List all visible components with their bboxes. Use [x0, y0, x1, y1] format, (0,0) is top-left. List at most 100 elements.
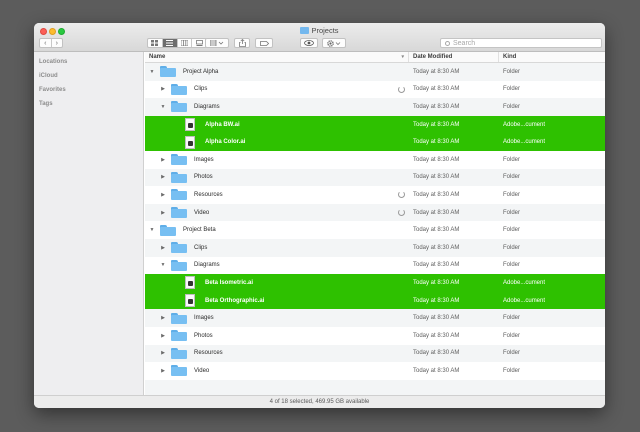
folder-row[interactable]: ▶ Photos Today at 8:30 AM Folder	[145, 327, 605, 345]
sidebar-section-locations[interactable]: Locations	[34, 55, 143, 69]
folder-row[interactable]: ▶ Images Today at 8:30 AM Folder	[145, 151, 605, 169]
share-button[interactable]	[234, 38, 250, 48]
folder-row[interactable]: ▼ Project Beta Today at 8:30 AM Folder	[145, 221, 605, 239]
kind-cell: Folder	[503, 174, 521, 181]
disclosure-triangle-icon[interactable]: ▼	[159, 262, 167, 268]
date-modified-cell: Today at 8:30 AM	[413, 262, 460, 269]
file-thumbnail-glyph	[188, 299, 193, 305]
item-name: Clips	[194, 86, 208, 93]
folder-icon	[171, 312, 187, 324]
date-modified-cell: Today at 8:30 AM	[413, 297, 460, 304]
disclosure-triangle-icon[interactable]: ▼	[148, 69, 156, 75]
list-view-icon	[166, 40, 174, 46]
folder-row[interactable]: ▶ Video Today at 8:30 AM Folder	[145, 362, 605, 380]
kind-cell: Folder	[503, 367, 521, 374]
file-thumbnail-glyph	[188, 281, 193, 287]
name-cell: Beta Orthographic.ai	[145, 292, 409, 310]
view-mode-control	[147, 38, 207, 48]
disclosure-triangle-icon[interactable]: ▶	[159, 333, 167, 339]
sidebar-section-tags[interactable]: Tags	[34, 97, 143, 111]
kind-cell: Folder	[503, 262, 521, 269]
name-cell: ▶ Clips	[145, 81, 409, 99]
kind-cell: Folder	[503, 103, 521, 110]
disclosure-triangle-icon[interactable]: ▼	[159, 104, 167, 110]
date-modified-cell: Today at 8:30 AM	[413, 174, 460, 181]
kind-cell: Folder	[503, 332, 521, 339]
date-modified-cell: Today at 8:30 AM	[413, 332, 460, 339]
disclosure-triangle-icon[interactable]: ▶	[159, 210, 167, 216]
folder-icon	[171, 242, 187, 254]
folder-row[interactable]: ▶ Photos Today at 8:30 AM Folder	[145, 168, 605, 187]
item-name: Alpha Color.ai	[205, 139, 246, 146]
folder-icon	[160, 66, 176, 78]
folder-row[interactable]: ▶ Video Today at 8:30 AM Folder	[145, 203, 605, 222]
disclosure-triangle-icon[interactable]: ▶	[159, 245, 167, 251]
folder-icon	[171, 365, 187, 377]
folder-icon	[171, 189, 187, 201]
edit-tags-button[interactable]	[255, 38, 273, 48]
name-cell: ▶ Photos	[145, 169, 409, 187]
status-text: 4 of 18 selected, 469.95 GB available	[269, 399, 370, 405]
folder-row[interactable]: ▶ Clips Today at 8:30 AM Folder	[145, 238, 605, 257]
folder-row[interactable]: ▶ Images Today at 8:30 AM Folder	[145, 309, 605, 327]
back-button[interactable]: ‹	[40, 39, 52, 47]
item-name: Photos	[194, 174, 213, 181]
file-row[interactable]: Beta Isometric.ai Today at 8:30 AM Adobe..…	[145, 274, 605, 292]
disclosure-triangle-icon[interactable]: ▶	[159, 86, 167, 92]
name-cell: ▶ Resources	[145, 186, 409, 204]
folder-row[interactable]: ▼ Project Alpha Today at 8:30 AM Folder	[145, 63, 605, 81]
icloud-sync-progress-icon	[398, 85, 405, 93]
search-field[interactable]: Search	[440, 38, 602, 48]
folder-icon	[171, 207, 187, 219]
icon-view-button[interactable]	[148, 39, 163, 47]
kind-cell: Folder	[503, 315, 521, 322]
folder-row[interactable]: ▶ Resources Today at 8:30 AM Folder	[145, 186, 605, 204]
disclosure-triangle-icon[interactable]: ▶	[159, 192, 167, 198]
folder-icon	[171, 101, 187, 113]
forward-button[interactable]: ›	[52, 39, 63, 47]
disclosure-triangle-icon[interactable]: ▶	[159, 368, 167, 374]
name-cell: ▶ Video	[145, 204, 409, 222]
sidebar-section-icloud[interactable]: iCloud	[34, 69, 143, 83]
file-row[interactable]: Alpha Color.ai Today at 8:30 AM Adobe...cu…	[145, 133, 605, 151]
file-row[interactable]: Beta Orthographic.ai Today at 8:30 AM Adob…	[145, 291, 605, 310]
disclosure-triangle-icon[interactable]: ▶	[159, 157, 167, 163]
disclosure-triangle-icon[interactable]: ▶	[159, 315, 167, 321]
item-name: Beta Orthographic.ai	[205, 297, 265, 304]
illustrator-file-icon	[185, 294, 195, 308]
title-bar: Projects ‹ › Search	[34, 23, 605, 52]
kind-cell: Folder	[503, 68, 521, 75]
column-header-kind[interactable]: Kind	[499, 52, 605, 62]
folder-row[interactable]: ▼ Diagrams Today at 8:30 AM Folder	[145, 98, 605, 116]
date-modified-cell: Today at 8:30 AM	[413, 121, 460, 128]
folder-icon	[300, 27, 310, 34]
folder-icon	[160, 224, 176, 236]
kind-cell: Folder	[503, 86, 521, 93]
disclosure-triangle-icon[interactable]: ▶	[159, 174, 167, 180]
action-menu-button[interactable]	[322, 38, 346, 48]
sidebar-section-favorites[interactable]: Favorites	[34, 83, 143, 97]
disclosure-triangle-icon[interactable]: ▼	[148, 227, 156, 233]
illustrator-file-icon	[185, 135, 195, 149]
name-cell: ▶ Clips	[145, 239, 409, 257]
group-by-button[interactable]	[205, 38, 229, 48]
column-header-name[interactable]: Name ▾	[145, 52, 409, 62]
kind-cell: Adobe...cument	[503, 121, 546, 128]
item-name: Project Beta	[183, 227, 216, 234]
date-modified-cell: Today at 8:30 AM	[413, 244, 460, 251]
disclosure-triangle-icon[interactable]: ▶	[159, 350, 167, 356]
quick-look-button[interactable]	[300, 38, 318, 48]
name-cell: ▶ Resources	[145, 345, 409, 363]
column-view-button[interactable]	[178, 39, 193, 47]
name-cell: Beta Isometric.ai	[145, 274, 409, 292]
file-row[interactable]: Alpha BW.ai Today at 8:30 AM Adobe...cumen…	[145, 115, 605, 134]
folder-row[interactable]: ▶ Clips Today at 8:30 AM Folder	[145, 81, 605, 99]
folder-icon	[171, 154, 187, 166]
folder-icon	[171, 259, 187, 271]
window-title: Projects	[34, 26, 605, 35]
folder-row[interactable]: ▶ Resources Today at 8:30 AM Folder	[145, 344, 605, 363]
folder-row[interactable]: ▼ Diagrams Today at 8:30 AM Folder	[145, 257, 605, 275]
gallery-view-button[interactable]	[192, 39, 206, 47]
list-view-button[interactable]	[162, 39, 178, 47]
column-header-date[interactable]: Date Modified	[409, 52, 499, 62]
